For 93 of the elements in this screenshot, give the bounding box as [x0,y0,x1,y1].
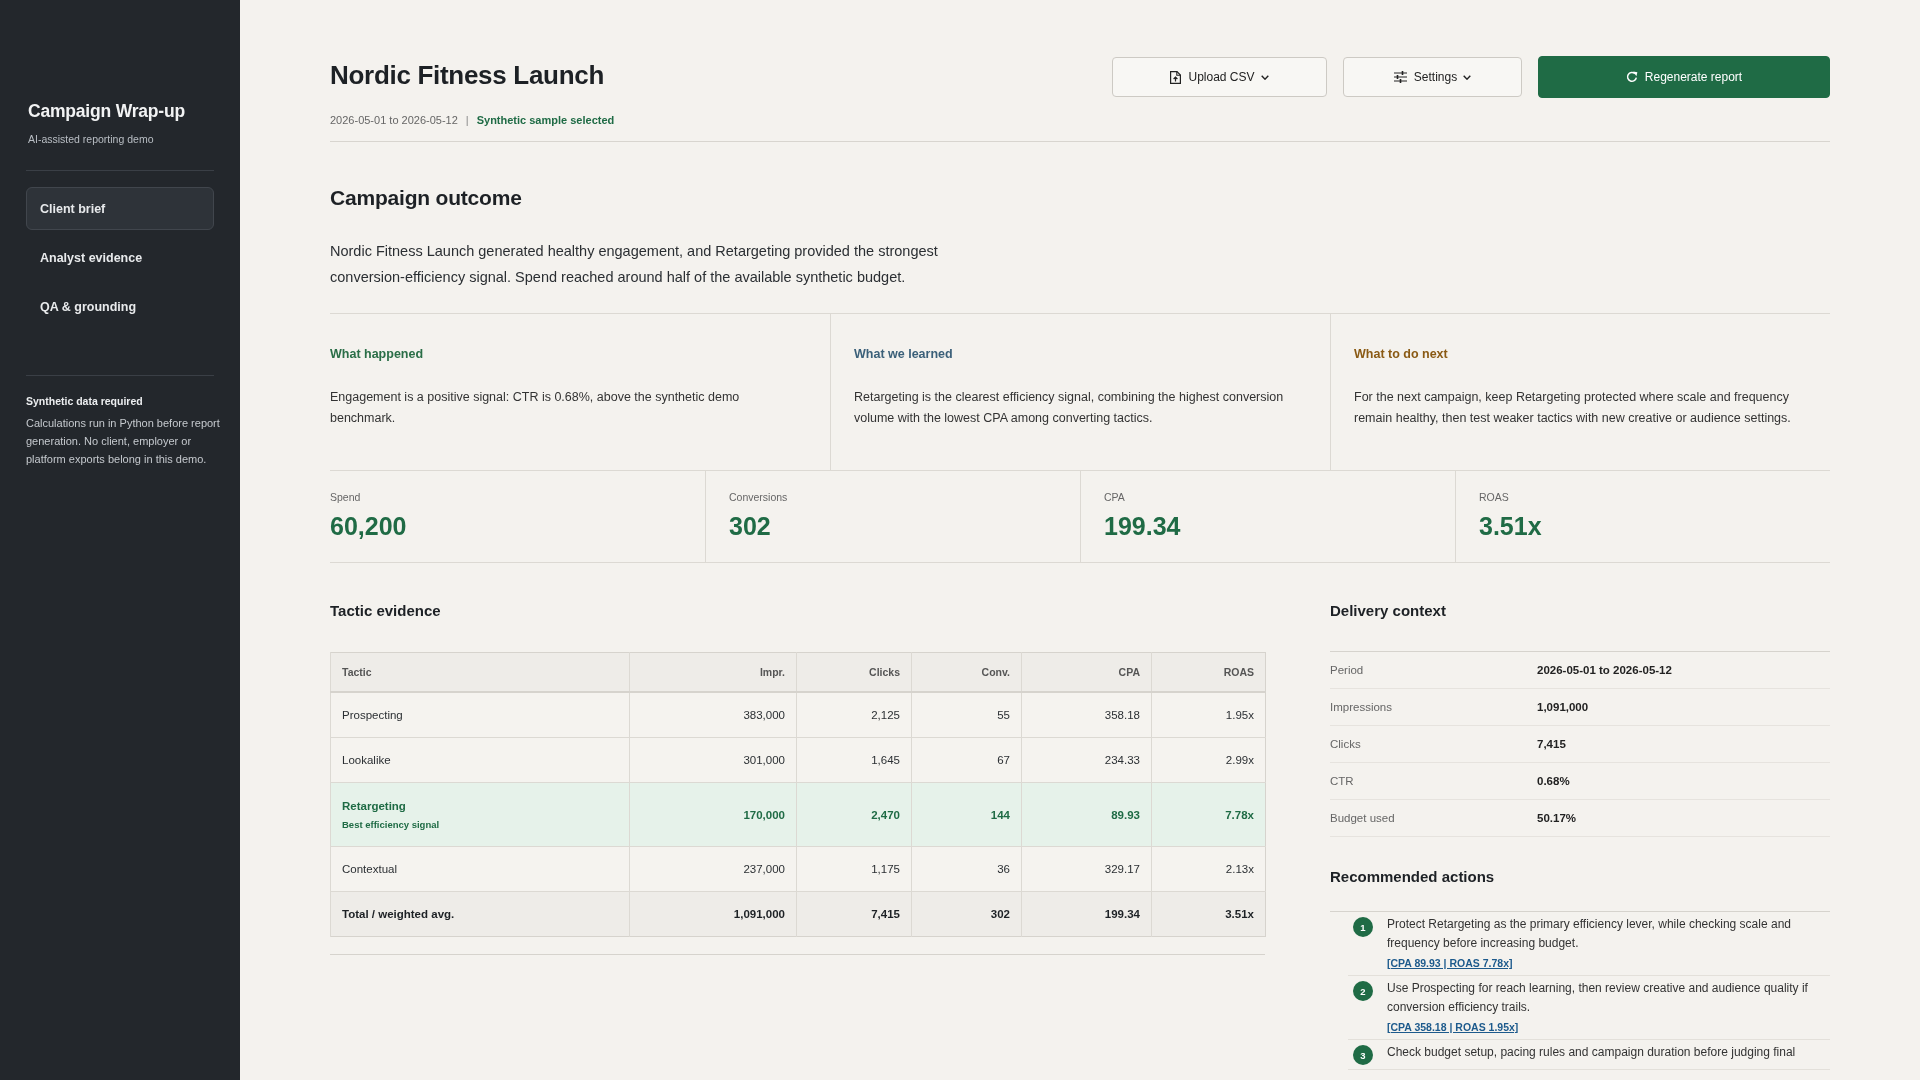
table-cell: 199.34 [1021,891,1152,937]
column-header: Impr. [629,652,797,692]
table-cell: 3.51x [1151,891,1266,937]
evidence-link[interactable]: [CPA 89.93 | ROAS 7.78x] [1387,957,1513,969]
page-title: Nordic Fitness Launch [330,59,605,92]
table-cell: 329.17 [1021,846,1152,892]
step-number: 3 [1353,1045,1373,1065]
step-number: 2 [1353,981,1373,1001]
detail-value: 7,415 [1537,738,1567,750]
table-cell: 144 [911,782,1022,847]
nav-item[interactable]: QA & grounding [26,285,214,328]
table-cell: 67 [911,737,1022,783]
table-cell: 234.33 [1021,737,1152,783]
date-range: 2026-05-01 to 2026-05-12 [330,113,458,128]
table-cell: 1.95x [1151,692,1266,738]
table-cell: 1,175 [796,846,912,892]
detail-label: Period [1330,664,1365,676]
detail-label: Clicks [1330,738,1362,750]
action-text: Use Prospecting for reach learning, then review creative and audience quality if conversion efficiency trails. [1387,980,1809,1016]
kpi-label: CPA [1104,490,1126,504]
summary-text: Nordic Fitness Launch generated healthy engagement, and Retargeting provided the strongest conversion-efficiency signal. Spend reached around half of the available synthetic budget. [330,242,939,287]
section-title: Delivery context [1330,601,1447,621]
table-cell: 1,645 [796,737,912,783]
kpi-value: 60,200 [330,511,408,541]
insight-title: What we learned [854,346,954,363]
nav-item[interactable]: Analyst evidence [26,236,214,279]
caret-icon [1260,74,1269,80]
notice-title: Synthetic data required [26,394,144,408]
caret-icon [1463,74,1472,80]
file-upload-icon [1170,70,1182,84]
detail-label: Impressions [1330,701,1393,713]
table-cell: 301,000 [629,737,797,783]
insight-title: What happened [330,346,425,363]
sliders-icon [1393,71,1407,83]
table-cell: Lookalike [330,737,630,783]
action-text: Protect Retargeting as the primary efficiency lever, while checking scale and frequency before increasing budget. [1387,916,1792,952]
separator: | [465,113,469,128]
notice-text: Calculations run in Python before report generation. No client, employer or platform exports belong in this demo. [26,416,221,467]
kpi-value: 302 [729,511,772,541]
table-cell: 1,091,000 [629,891,797,937]
detail-value: 2026-05-01 to 2026-05-12 [1537,664,1673,676]
insight-text: Engagement is a positive signal: CTR is 0.68%, above the synthetic demo benchmark. [330,389,741,427]
app-title: Campaign Wrap-up [28,100,186,122]
column-header: CPA [1021,652,1152,692]
table-cell: 383,000 [629,692,797,738]
table-cell: 358.18 [1021,692,1152,738]
kpi-label: ROAS [1479,490,1510,504]
app-subtitle: AI-assisted reporting demo [28,132,155,146]
step-number: 1 [1353,917,1373,937]
kpi-value: 199.34 [1104,511,1182,541]
table-cell: 2.99x [1151,737,1266,783]
regenerate-button[interactable]: Regenerate report [1538,56,1830,98]
detail-label: CTR [1330,775,1355,787]
insight-text: Retargeting is the clearest efficiency signal, combining the highest conversion volume with the lowest CPA among converting tactics. [854,389,1285,427]
table-cell: 89.93 [1021,782,1152,847]
kpi-value: 3.51x [1479,511,1543,541]
kpi-label: Spend [330,490,362,504]
tactic-note: Best efficiency signal [342,818,441,830]
column-header: Conv. [911,652,1022,692]
insight-text: For the next campaign, keep Retargeting protected where scale and frequency remain healthy, then test weaker tactics with new creative or audience settings. [1354,389,1792,427]
kpi-label: Conversions [729,490,789,504]
table-cell: 55 [911,692,1022,738]
table-cell: 237,000 [629,846,797,892]
column-header: ROAS [1151,652,1266,692]
table-cell: Contextual [330,846,630,892]
table-cell: Total / weighted avg. [330,891,630,937]
section-title: Campaign outcome [330,185,523,211]
action-text: Check budget setup, pacing rules and campaign duration before judging final [1387,1044,1797,1061]
section-title: Recommended actions [1330,867,1496,887]
detail-label: Budget used [1330,812,1396,824]
detail-value: 1,091,000 [1537,701,1590,713]
column-header: Tactic [330,652,630,692]
detail-value: 50.17% [1537,812,1577,824]
evidence-link[interactable]: [CPA 358.18 | ROAS 1.95x] [1387,1021,1519,1033]
table-cell: 7,415 [796,891,912,937]
table-cell: 302 [911,891,1022,937]
detail-value: 0.68% [1537,775,1571,787]
table-cell: 2,470 [796,782,912,847]
tactic-name: Retargeting [342,799,407,812]
table-cell: 7.78x [1151,782,1266,847]
settings-button[interactable]: Settings [1343,57,1522,97]
table-cell: Prospecting [330,692,630,738]
table-cell: 2.13x [1151,846,1266,892]
table-cell: 36 [911,846,1022,892]
table-cell: 170,000 [629,782,797,847]
section-title: Tactic evidence [330,601,442,621]
upload-button[interactable]: Upload CSV [1112,57,1327,97]
insight-title: What to do next [1354,346,1449,363]
table-cell: 2,125 [796,692,912,738]
nav-item[interactable]: Client brief [26,187,214,230]
column-header: Clicks [796,652,912,692]
status-text: Synthetic sample selected [476,113,615,128]
refresh-icon [1625,71,1638,83]
